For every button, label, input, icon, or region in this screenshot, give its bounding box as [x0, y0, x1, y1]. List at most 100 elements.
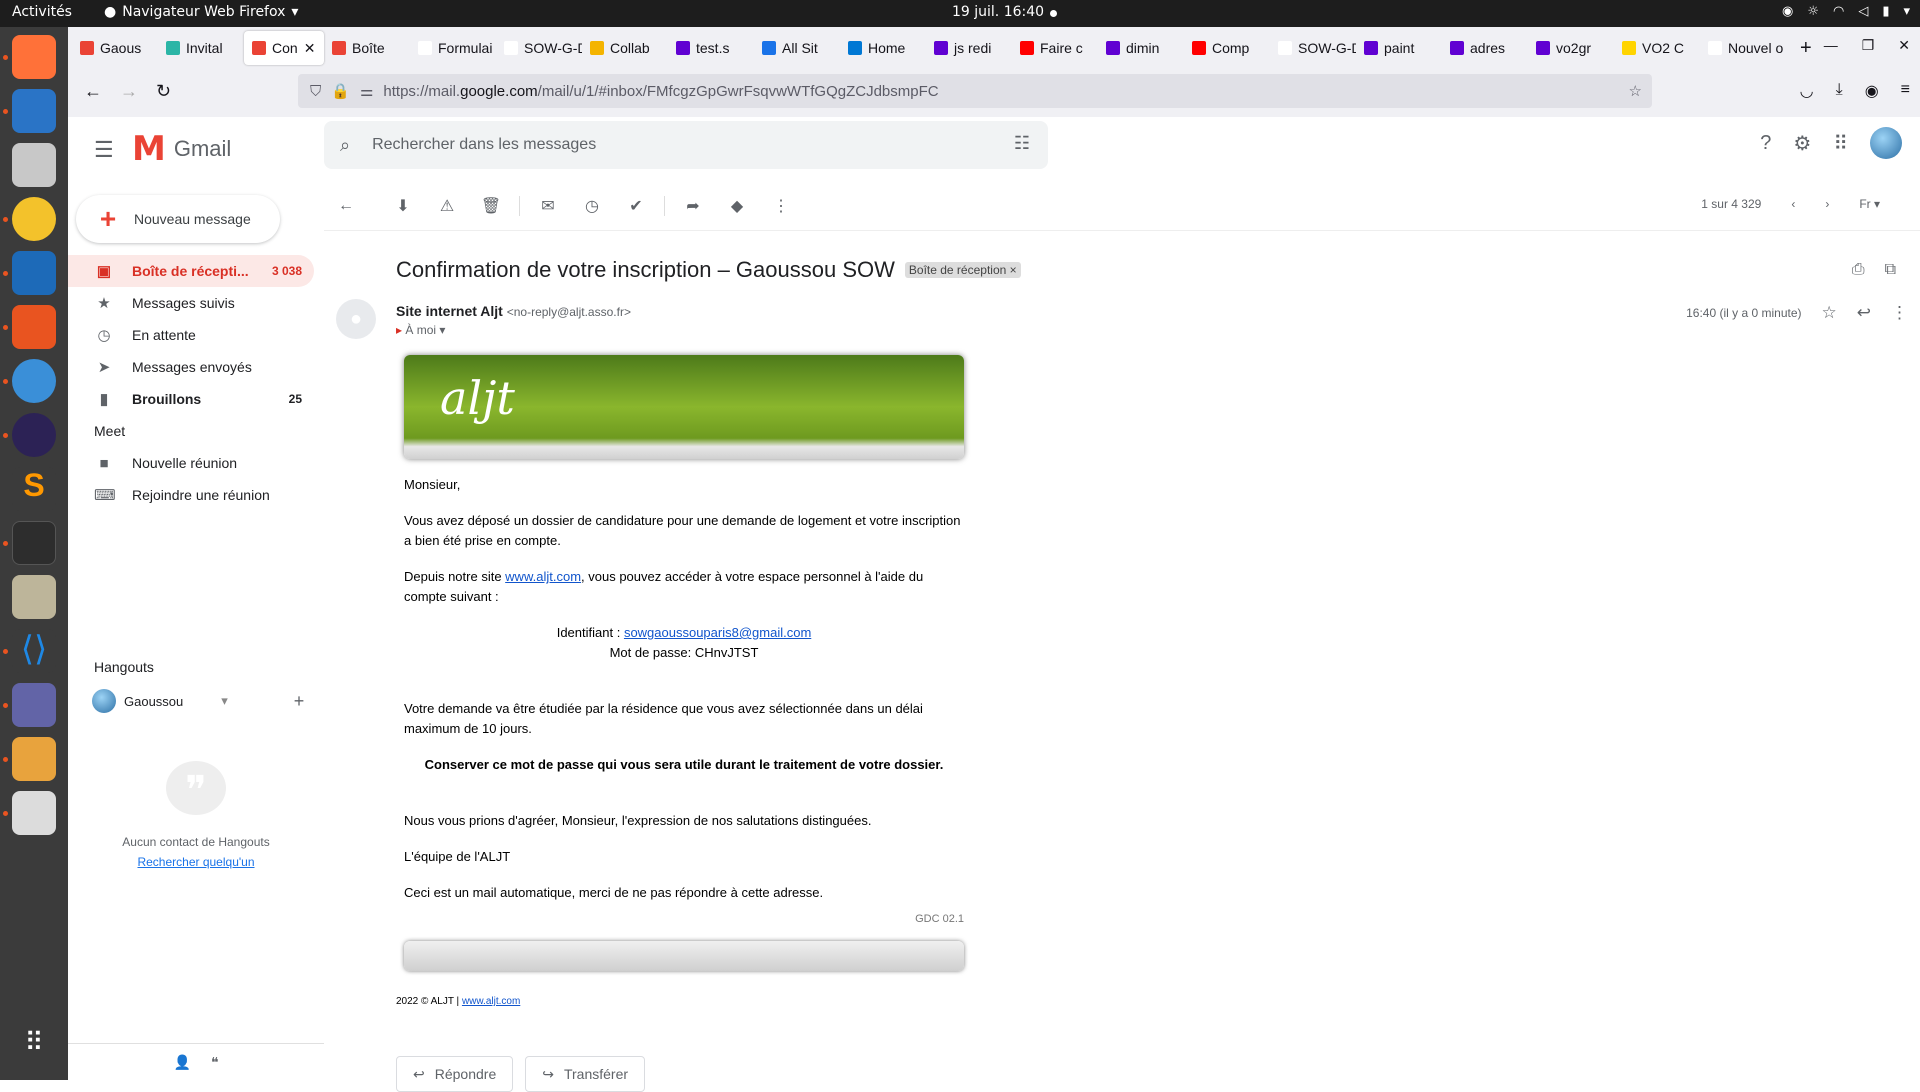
search-bar[interactable]: ⌕ Rechercher dans les messages ☷ — [324, 121, 1048, 169]
vscode-icon[interactable]: ⟨⟩ — [12, 629, 56, 673]
tab-2[interactable]: Con ✕ — [244, 31, 324, 65]
draw-icon[interactable] — [12, 737, 56, 781]
snooze-icon[interactable]: ◷ — [570, 196, 614, 216]
tab-1[interactable]: Invital — [158, 31, 244, 65]
aljt-link[interactable]: www.aljt.com — [505, 569, 581, 584]
minimize-icon[interactable]: — — [1824, 37, 1838, 54]
account-icon[interactable]: ◉ — [1865, 81, 1879, 101]
tab-3[interactable]: Boîte — [324, 31, 410, 65]
sublime-icon[interactable]: S — [12, 467, 56, 511]
archive-icon[interactable]: ⬇ — [381, 196, 425, 216]
tracking-shield-icon[interactable]: ⛉ — [310, 83, 321, 100]
footer-link[interactable]: www.aljt.com — [462, 996, 520, 1007]
menu-icon[interactable]: ≡ — [1901, 81, 1910, 101]
recipients[interactable]: ▸ À moi ▾ — [396, 323, 445, 337]
previous-icon[interactable]: ‹ — [1791, 197, 1795, 211]
tab-10[interactable]: js redi — [926, 31, 1012, 65]
inbox-label[interactable]: Boîte de réception × — [904, 262, 1021, 278]
rhythmbox-icon[interactable] — [12, 197, 56, 241]
delete-icon[interactable]: 🗑 — [469, 196, 513, 216]
app-menu[interactable]: ● Navigateur Web Firefox ▾ — [104, 4, 298, 20]
back-icon[interactable]: ← — [324, 197, 368, 215]
close-icon[interactable]: ✕ — [1898, 37, 1910, 54]
compose-button[interactable]: + Nouveau message — [76, 195, 280, 243]
lock-icon[interactable]: 🔒 — [331, 82, 350, 100]
more-icon[interactable]: ⋮ — [1891, 303, 1908, 323]
sidebar-item-3[interactable]: ➤ Messages envoyés — [68, 351, 314, 383]
gmail-logo[interactable]: M Gmail — [132, 129, 231, 169]
tab-18[interactable]: VO2 C — [1614, 31, 1700, 65]
email-link[interactable]: sowgaoussouparis8@gmail.com — [624, 625, 811, 640]
tab-5[interactable]: SOW-G-D — [496, 31, 582, 65]
search-input[interactable]: Rechercher dans les messages — [372, 136, 596, 154]
teams-tray-icon[interactable]: ◉ — [1782, 4, 1793, 19]
bookmark-star-icon[interactable]: ☆ — [1629, 82, 1642, 100]
back-icon[interactable]: ← — [84, 81, 102, 102]
tab-9[interactable]: Home — [840, 31, 926, 65]
restore-icon[interactable]: ❐ — [1862, 37, 1875, 54]
tab-15[interactable]: paint — [1356, 31, 1442, 65]
move-to-icon[interactable]: ➦ — [671, 196, 715, 216]
app-grid-icon[interactable]: ⠿ — [12, 1027, 56, 1071]
hangouts-user[interactable]: Gaoussou ▾ + — [68, 683, 324, 719]
report-spam-icon[interactable]: ⚠ — [425, 196, 469, 216]
files-icon[interactable] — [12, 143, 56, 187]
sidebar-item-1[interactable]: ★ Messages suivis — [68, 287, 314, 319]
open-new-window-icon[interactable]: ⧉ — [1885, 261, 1896, 279]
pocket-icon[interactable]: ◡ — [1800, 81, 1814, 101]
power-icon[interactable]: ▾ — [1903, 4, 1910, 19]
hangouts-icon[interactable]: ❝ — [211, 1054, 219, 1071]
writer-icon[interactable] — [12, 251, 56, 295]
tab-4[interactable]: Formulai — [410, 31, 496, 65]
input-tools-icon[interactable]: Fr ▾ — [1859, 197, 1880, 211]
sender-avatar[interactable]: ● — [336, 299, 376, 339]
meet-item-0[interactable]: ■ Nouvelle réunion — [68, 447, 314, 479]
main-menu-icon[interactable]: ☰ — [94, 137, 114, 163]
label-icon[interactable]: ◆ — [715, 196, 759, 216]
clock[interactable]: 19 juil. 16:40 — [952, 4, 1044, 20]
tab-6[interactable]: Collab — [582, 31, 668, 65]
help-icon[interactable]: ? — [1760, 132, 1771, 155]
close-tab-icon[interactable]: ✕ — [304, 40, 316, 57]
apps-grid-icon[interactable]: ⠿ — [1833, 131, 1848, 156]
reply-button[interactable]: ↩ Répondre — [396, 1056, 514, 1092]
tab-7[interactable]: test.s — [668, 31, 754, 65]
battery-icon[interactable]: ▮ — [1882, 4, 1889, 19]
person-icon[interactable]: 👤 — [174, 1054, 191, 1071]
terminal-icon[interactable] — [12, 521, 56, 565]
thunderbird-icon[interactable] — [12, 89, 56, 133]
sidebar-item-4[interactable]: ▮ Brouillons 25 — [68, 383, 314, 415]
chevron-down-icon[interactable]: ▾ — [221, 693, 228, 709]
eclipse-icon[interactable] — [12, 413, 56, 457]
avatar[interactable] — [1870, 127, 1902, 159]
help-icon[interactable] — [12, 359, 56, 403]
tab-11[interactable]: Faire c — [1012, 31, 1098, 65]
search-contact-link[interactable]: Rechercher quelqu'un — [68, 855, 324, 869]
sender-info[interactable]: Site internet Aljt <no-reply@aljt.asso.f… — [396, 303, 631, 319]
reply-icon[interactable]: ↩ — [1857, 303, 1871, 323]
add-task-icon[interactable]: ✔ — [614, 196, 658, 216]
forward-button[interactable]: ↪ Transférer — [525, 1056, 646, 1092]
sidebar-item-2[interactable]: ◷ En attente — [68, 319, 314, 351]
meet-item-1[interactable]: ⌨ Rejoindre une réunion — [68, 479, 314, 511]
star-icon[interactable]: ☆ — [1822, 303, 1837, 323]
settings-icon[interactable]: ⚙ — [1793, 131, 1811, 156]
new-tab-icon[interactable]: + — [1786, 37, 1826, 60]
sidebar-item-0[interactable]: ▣ Boîte de récepti... 3 038 — [68, 255, 314, 287]
search-options-icon[interactable]: ☷ — [1014, 133, 1030, 154]
tab-12[interactable]: dimin — [1098, 31, 1184, 65]
tab-0[interactable]: Gaous — [72, 31, 158, 65]
downloads-icon[interactable]: ⤓ — [1836, 81, 1843, 101]
tab-16[interactable]: adres — [1442, 31, 1528, 65]
mark-unread-icon[interactable]: ✉ — [526, 196, 570, 216]
forward-icon[interactable]: → — [120, 81, 138, 102]
activities-button[interactable]: Activités — [12, 4, 72, 20]
brightness-icon[interactable]: ☼ — [1807, 4, 1819, 19]
search-icon[interactable]: ⌕ — [340, 135, 350, 156]
more-icon[interactable]: ⋮ — [759, 196, 803, 216]
next-icon[interactable]: › — [1825, 197, 1829, 211]
teams-icon[interactable] — [12, 683, 56, 727]
tab-13[interactable]: Comp — [1184, 31, 1270, 65]
tab-14[interactable]: SOW-G-D — [1270, 31, 1356, 65]
permissions-icon[interactable]: ⚌ — [360, 82, 373, 100]
